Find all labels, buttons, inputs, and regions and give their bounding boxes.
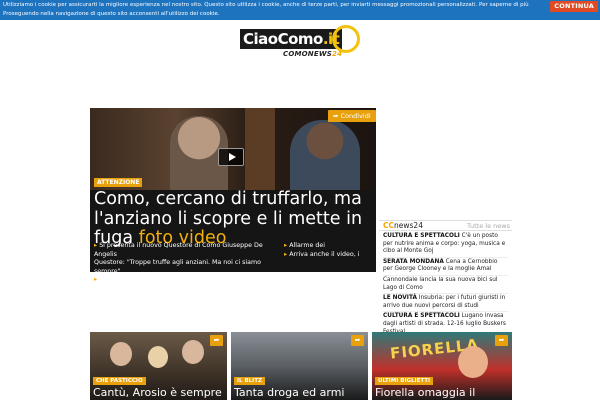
- news24-item[interactable]: LE NOVITÀ Insubria: per i futuri giurist…: [383, 294, 508, 313]
- card-title[interactable]: Tanta droga ed armi: [234, 386, 366, 399]
- share-button[interactable]: ➦ Condividi: [328, 110, 376, 122]
- logo-subtitle: COMONEWS24: [283, 50, 343, 58]
- news24-header: CCnews24 Tutte le news: [379, 221, 512, 231]
- all-news-link[interactable]: Tutte le news: [467, 221, 510, 231]
- card-photo-person: [148, 346, 168, 368]
- card-title[interactable]: Fiorella omaggia il: [375, 386, 507, 399]
- logo-wordmark: CiaoComo.it: [240, 29, 343, 49]
- article-card[interactable]: FIORELLA ➦ ULTIMI BIGLIETTI Fiorella oma…: [372, 332, 512, 400]
- card-photo-person: [458, 346, 488, 378]
- card-share-icon[interactable]: ➦: [210, 335, 223, 346]
- left-gutter: [0, 20, 86, 400]
- related-link[interactable]: Questore: "Troppe truffe agli anziani. M…: [94, 259, 280, 276]
- card-tag: ULTIMI BIGLIETTI: [375, 377, 434, 385]
- news24-item[interactable]: CULTURA E SPETTACOLI C'è un posto per nu…: [383, 232, 508, 258]
- site-logo[interactable]: CiaoComo.it COMONEWS24: [240, 25, 362, 61]
- card-share-icon[interactable]: ➦: [351, 335, 364, 346]
- card-tag: IL BLITZ: [234, 377, 265, 385]
- card-photo-person: [182, 340, 204, 364]
- news24-item[interactable]: Cannondale lancia la sua nuova bici sul …: [383, 276, 508, 295]
- hero-title[interactable]: Como, cercano di truffarlo, ma l'anziano…: [94, 189, 372, 249]
- related-link[interactable]: ▸ Si presenta il nuovo Questore di Como …: [94, 242, 280, 259]
- related-link[interactable]: ▸ Allarme dei: [284, 242, 372, 251]
- card-share-icon[interactable]: ➦: [495, 335, 508, 346]
- related-link[interactable]: ▸ I carabinieri contro le truffe estive …: [94, 276, 280, 285]
- news24-list: CULTURA E SPETTACOLI C'è un posto per nu…: [379, 231, 512, 339]
- logo-ring-icon: [332, 25, 360, 53]
- related-link[interactable]: ▸ Arriva anche il video, i: [284, 251, 372, 260]
- article-card[interactable]: ➦ IL BLITZ Tanta droga ed armi: [231, 332, 368, 400]
- hero-visitor: [290, 120, 360, 190]
- hero-tag: ATTENZIONE: [94, 178, 143, 187]
- card-photo-person: [110, 342, 132, 366]
- right-gutter: [514, 20, 600, 400]
- hero-door: [245, 108, 275, 190]
- cookie-continue-button[interactable]: CONTINUA: [550, 1, 598, 12]
- cookie-text: Utilizziamo i cookie per assicurarti la …: [3, 2, 529, 17]
- news24-box: CCnews24 Tutte le news CULTURA E SPETTAC…: [379, 220, 512, 339]
- cookie-bar: Utilizziamo i cookie per assicurarti la …: [0, 0, 600, 20]
- play-video-icon[interactable]: [218, 148, 244, 166]
- card-tag: CHE PASTICCIO: [93, 377, 146, 385]
- article-card[interactable]: ➦ CHE PASTICCIO Cantù, Arosio è sempre: [90, 332, 227, 400]
- card-title[interactable]: Cantù, Arosio è sempre: [93, 386, 225, 399]
- news24-item[interactable]: SERATA MONDANA Cena a Cernobbio per Geor…: [383, 258, 508, 276]
